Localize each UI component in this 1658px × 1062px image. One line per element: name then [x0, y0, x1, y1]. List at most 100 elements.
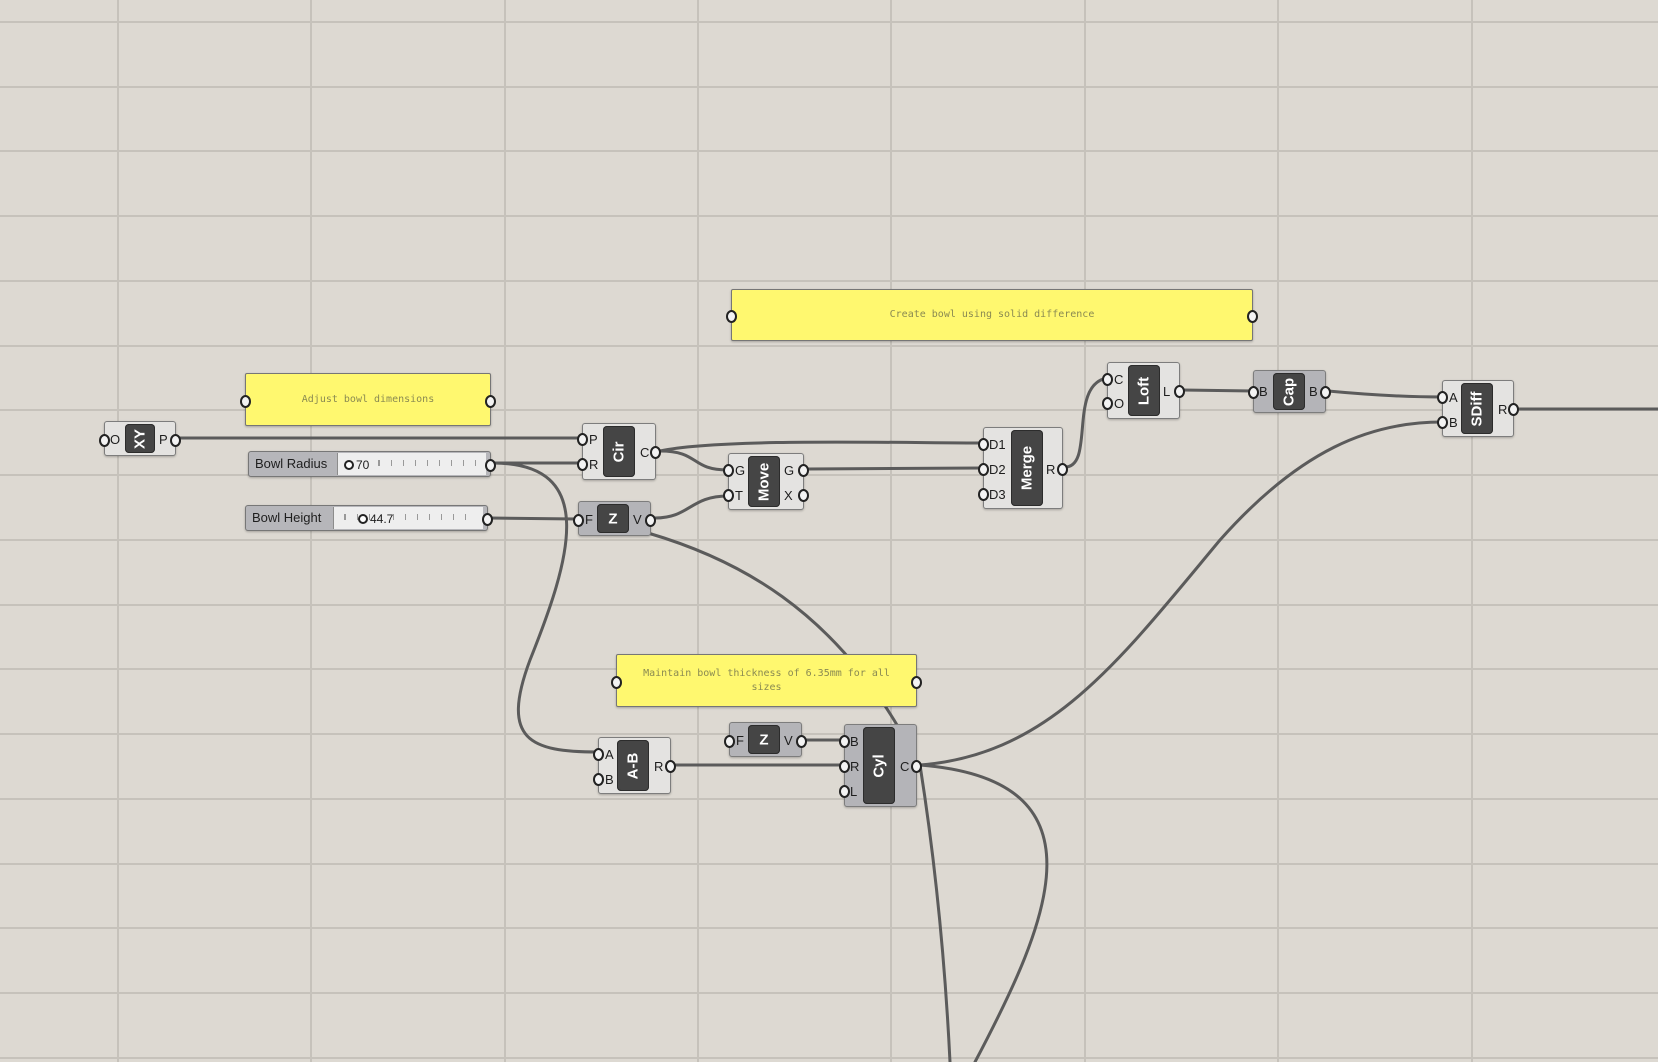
note-left-grip[interactable] [611, 676, 622, 689]
slider-label: Bowl Height [252, 510, 322, 525]
input-label-b: B [850, 734, 859, 749]
circle-component[interactable]: P R Cir C [577, 423, 661, 480]
input-label-f: F [585, 512, 593, 527]
input-grip-d2[interactable] [978, 463, 989, 476]
component-core[interactable]: Cir [603, 426, 635, 477]
slider-output-grip[interactable] [482, 513, 493, 526]
input-grip-b[interactable] [839, 735, 850, 748]
note-text: Adjust bowl dimensions [301, 393, 435, 405]
subtraction-component[interactable]: A B A-B R [593, 737, 676, 794]
note-text: Maintain bowl thickness of 6.35mm for al… [643, 667, 890, 693]
note-text: Create bowl using solid difference [889, 309, 1095, 320]
component-core[interactable]: Cyl [863, 727, 895, 804]
output-grip-g[interactable] [798, 464, 809, 477]
output-label-x: X [784, 488, 793, 503]
input-grip-d1[interactable] [978, 438, 989, 451]
move-component[interactable]: G T Move G X [723, 453, 809, 510]
input-label-b: B [1449, 415, 1458, 430]
input-grip-a[interactable] [593, 748, 604, 761]
note-left-grip[interactable] [726, 310, 737, 323]
component-core[interactable]: A-B [617, 740, 649, 791]
input-label-p: P [589, 432, 598, 447]
merge-component[interactable]: D1 D2 D3 Merge R [978, 427, 1068, 509]
output-label-v: V [784, 733, 793, 748]
slider-track[interactable]: 44.7 [333, 507, 483, 529]
bowl-radius-slider[interactable]: Bowl Radius 70 [248, 451, 496, 477]
input-grip-b[interactable] [593, 773, 604, 786]
output-grip[interactable] [170, 434, 181, 447]
output-label-v: V [633, 512, 642, 527]
input-label-b: B [605, 772, 614, 787]
slider-track[interactable]: 70 [337, 453, 486, 475]
input-grip-c[interactable] [1102, 373, 1113, 386]
unit-z-component[interactable]: F Z V [573, 501, 656, 536]
slider-knob[interactable] [358, 514, 368, 524]
component-name: SDiff [1468, 391, 1486, 426]
solid-difference-component[interactable]: A B SDiff R [1437, 380, 1519, 437]
output-grip-x[interactable] [798, 489, 809, 502]
input-grip-a[interactable] [1437, 391, 1448, 404]
note-create-bowl[interactable]: Create bowl using solid difference [726, 289, 1258, 341]
output-grip-r[interactable] [1057, 463, 1068, 476]
loft-component[interactable]: C O Loft L [1102, 362, 1185, 419]
input-grip[interactable] [724, 735, 735, 748]
slider-ticks [378, 460, 479, 466]
component-core[interactable]: SDiff [1461, 383, 1493, 434]
note-left-grip[interactable] [240, 395, 251, 408]
input-label-c: C [1114, 372, 1124, 387]
input-grip[interactable] [1248, 386, 1259, 399]
component-core[interactable]: XY [125, 424, 155, 453]
input-grip-o[interactable] [1102, 397, 1113, 410]
output-label-l: L [1163, 384, 1171, 399]
output-grip-c[interactable] [911, 760, 922, 773]
slider-knob[interactable] [344, 460, 354, 470]
unit-z-component[interactable]: F Z V [724, 722, 807, 757]
output-grip-c[interactable] [650, 446, 661, 459]
input-grip-d3[interactable] [978, 488, 989, 501]
input-label-d1: D1 [989, 437, 1006, 452]
component-core[interactable]: Cap [1273, 373, 1305, 410]
input-label-d2: D2 [989, 462, 1006, 477]
component-name: Z [759, 731, 769, 748]
note-right-grip[interactable] [911, 676, 922, 689]
xy-plane-component[interactable]: O XY P [99, 421, 181, 456]
output-grip[interactable] [645, 514, 656, 527]
note-right-grip[interactable] [485, 395, 496, 408]
output-grip[interactable] [1320, 386, 1331, 399]
input-grip-l[interactable] [839, 785, 850, 798]
bowl-height-slider[interactable]: Bowl Height 44.7 [245, 505, 493, 531]
input-grip-p[interactable] [577, 433, 588, 446]
component-core[interactable]: Merge [1011, 430, 1043, 506]
slider-output-grip[interactable] [485, 459, 496, 472]
output-label-r: R [1498, 402, 1508, 417]
output-grip[interactable] [796, 735, 807, 748]
component-name: Loft [1135, 376, 1153, 405]
component-core[interactable]: Z [597, 504, 629, 533]
note-adjust-bowl-dimensions[interactable]: Adjust bowl dimensions [240, 373, 496, 426]
component-name: XY [131, 428, 149, 449]
input-grip-r[interactable] [577, 458, 588, 471]
output-grip-r[interactable] [1508, 403, 1519, 416]
slider-value: 70 [356, 458, 370, 472]
output-grip-r[interactable] [665, 760, 676, 773]
input-label-a: A [1449, 390, 1458, 405]
output-grip-l[interactable] [1174, 385, 1185, 398]
component-name: A-B [624, 752, 642, 779]
input-grip[interactable] [99, 434, 110, 447]
canvas-grid[interactable] [0, 0, 1658, 1062]
input-label-o: O [1114, 396, 1125, 411]
input-grip-b[interactable] [1437, 416, 1448, 429]
component-core[interactable]: Move [748, 456, 780, 507]
input-grip-r[interactable] [839, 760, 850, 773]
input-grip-t[interactable] [723, 489, 734, 502]
output-label-r: R [1046, 462, 1056, 477]
input-grip[interactable] [573, 514, 584, 527]
component-core[interactable]: Loft [1128, 365, 1160, 416]
note-right-grip[interactable] [1247, 310, 1258, 323]
cap-holes-component[interactable]: B Cap B [1248, 370, 1331, 413]
component-core[interactable]: Z [748, 725, 780, 754]
component-name: Move [755, 462, 773, 501]
input-grip-g[interactable] [723, 464, 734, 477]
note-maintain-thickness[interactable]: Maintain bowl thickness of 6.35mm for al… [611, 654, 922, 707]
cylinder-component[interactable]: B R L Cyl C [839, 724, 922, 807]
